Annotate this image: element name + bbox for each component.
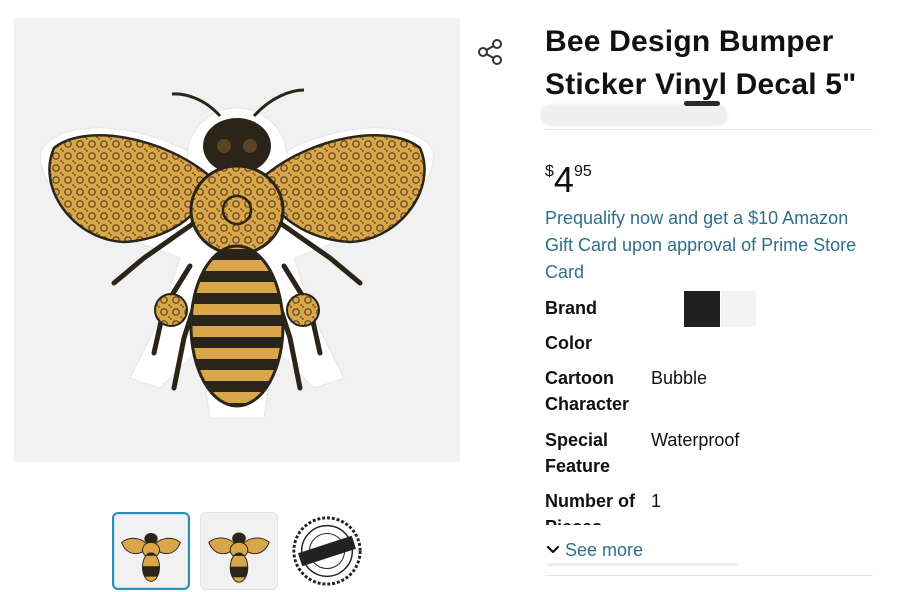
brand-logo-light — [721, 291, 756, 327]
product-title: Bee Design Bumper Sticker Vinyl Decal 5" — [545, 25, 857, 101]
bottom-divider — [545, 575, 873, 576]
share-icon — [478, 39, 502, 65]
redacted-store-link — [540, 104, 728, 126]
spec-label: Brand — [545, 298, 598, 318]
share-button[interactable] — [474, 36, 506, 68]
price-currency: $ — [545, 163, 554, 180]
spec-label: Color — [545, 333, 592, 353]
price: $495 — [545, 152, 592, 200]
thumbnail-strip — [112, 512, 366, 590]
spec-value: Bubble — [651, 368, 708, 388]
title-divider — [545, 129, 873, 130]
thumbnail-2[interactable] — [200, 512, 278, 590]
redacted-mark — [684, 101, 720, 106]
product-main-image[interactable] — [14, 18, 460, 462]
spec-label: Number of Pieces — [545, 491, 635, 525]
spec-value: 1 — [651, 491, 662, 511]
spec-value: Waterproof — [651, 430, 740, 450]
chevron-down-icon — [546, 545, 560, 554]
see-more-button[interactable]: See more — [545, 537, 643, 563]
faded-row — [548, 563, 738, 566]
prequalify-link[interactable]: Prequalify now and get a $10 Amazon Gift… — [545, 205, 880, 286]
thumbnail-3-quality-badge[interactable] — [288, 512, 366, 590]
price-whole: 4 — [553, 159, 574, 200]
see-more-label: See more — [565, 540, 644, 560]
thumbnail-1[interactable] — [112, 512, 190, 590]
price-fraction: 95 — [573, 163, 592, 180]
bee-illustration — [40, 88, 434, 419]
spec-label: Special Feature — [545, 430, 611, 476]
spec-label: Cartoon Character — [545, 368, 630, 414]
quality-seal-icon — [292, 516, 362, 586]
brand-logo-dark — [684, 291, 720, 327]
